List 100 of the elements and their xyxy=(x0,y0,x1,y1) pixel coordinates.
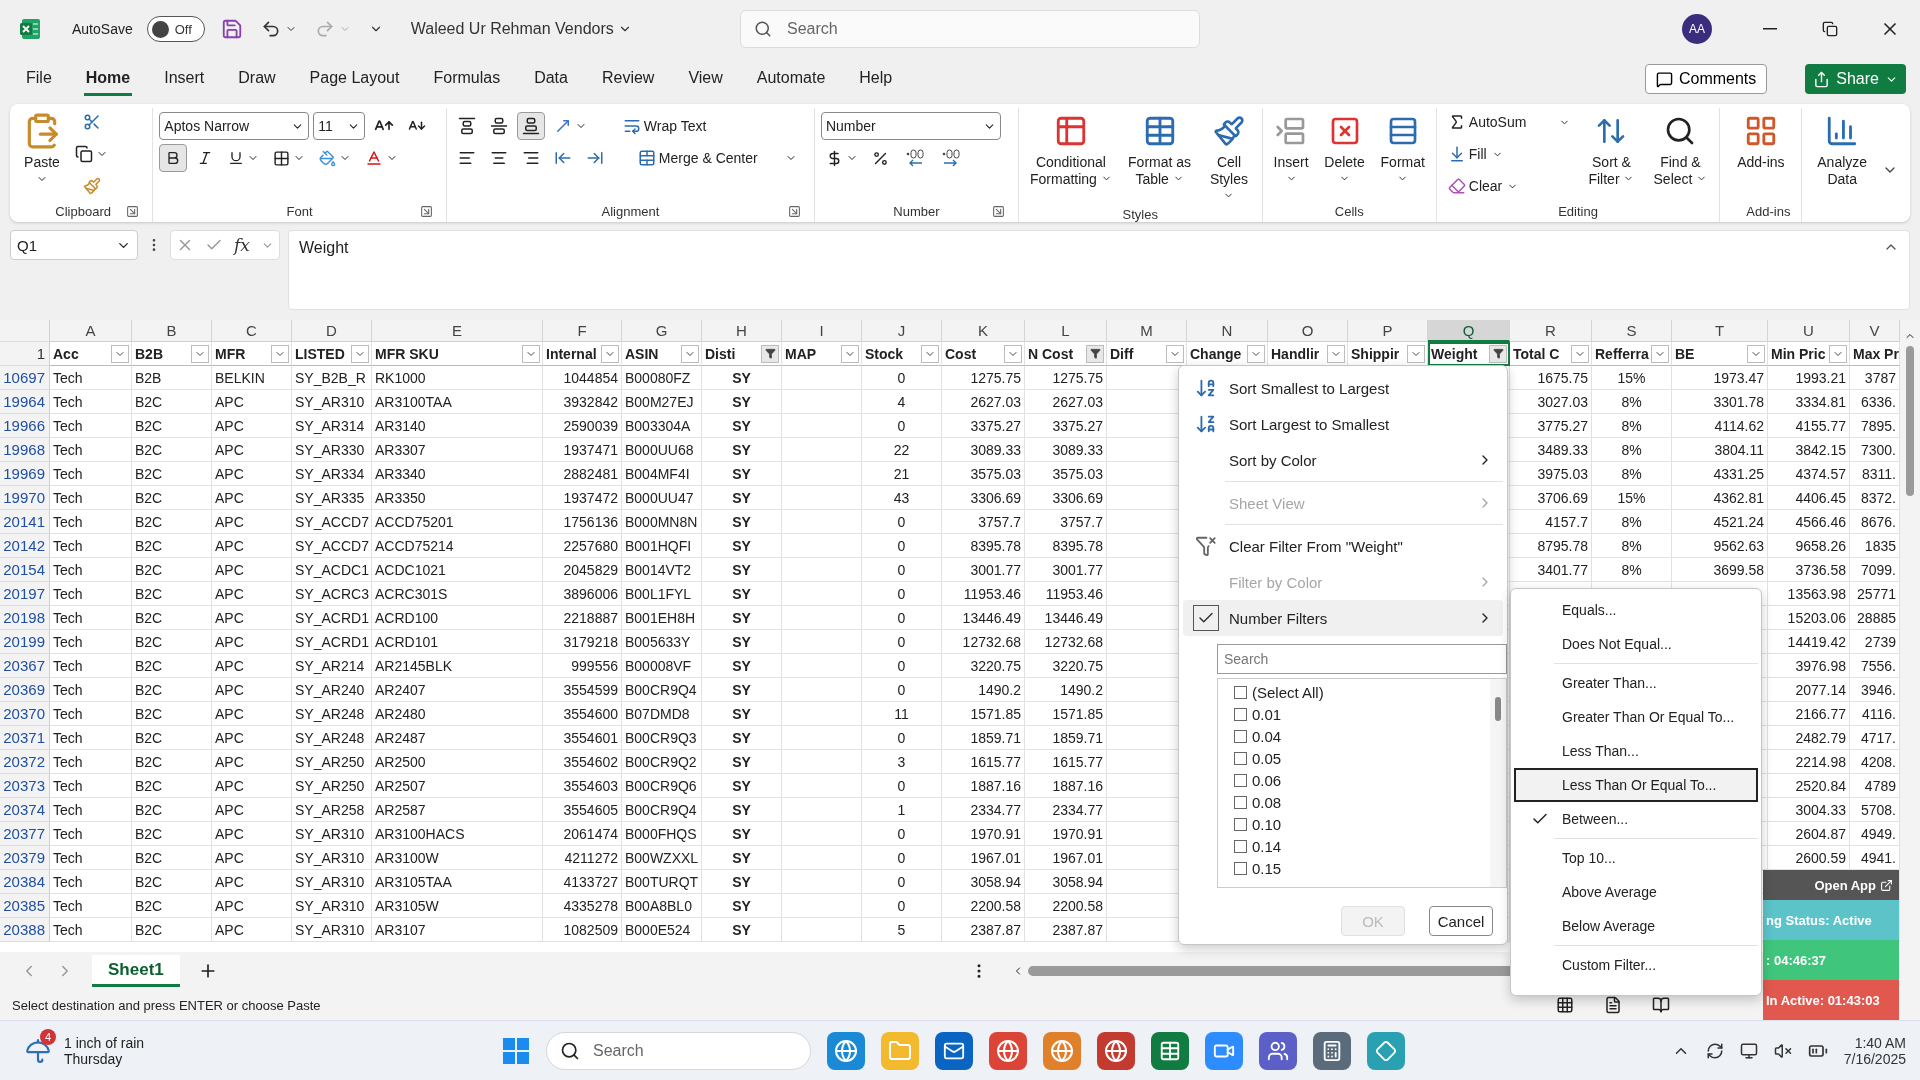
avatar[interactable]: AA xyxy=(1682,14,1712,44)
row-number[interactable]: 20369 xyxy=(0,678,50,702)
row-number[interactable]: 19968 xyxy=(0,438,50,462)
font-select[interactable]: Aptos Narrow xyxy=(159,112,310,140)
row-number[interactable]: 20367 xyxy=(0,654,50,678)
column-letter[interactable]: G xyxy=(622,320,702,342)
column-letter[interactable]: S xyxy=(1592,320,1672,342)
menu-item[interactable]: Does Not Equal... xyxy=(1514,627,1758,661)
ribbon-tab[interactable]: Draw xyxy=(236,62,278,96)
ribbon-tab[interactable]: Automate xyxy=(754,62,828,96)
row-number[interactable]: 20385 xyxy=(0,894,50,918)
column-letter[interactable]: A xyxy=(50,320,132,342)
row-number[interactable]: 20199 xyxy=(0,630,50,654)
row-number[interactable]: 20374 xyxy=(0,798,50,822)
editing-button[interactable]: Sort & Filter xyxy=(1581,108,1642,190)
column-letter[interactable]: J xyxy=(862,320,942,342)
editing-button[interactable]: Fill xyxy=(1442,140,1576,168)
row-number[interactable]: 20142 xyxy=(0,534,50,558)
menu-item[interactable]: Clear Filter From "Weight" xyxy=(1183,528,1503,564)
ribbon-tab[interactable]: Help xyxy=(857,62,895,96)
column-letter[interactable]: O xyxy=(1268,320,1348,342)
row-number[interactable]: 20372 xyxy=(0,750,50,774)
menu-item[interactable]: Greater Than Or Equal To... xyxy=(1514,700,1758,734)
menu-item[interactable]: Sort Smallest to Largest xyxy=(1183,370,1503,406)
column-letter[interactable]: C xyxy=(212,320,292,342)
ribbon-tab[interactable]: Insert xyxy=(162,62,207,96)
menu-item[interactable]: Sort by Color xyxy=(1183,442,1503,478)
column-letter[interactable]: H xyxy=(702,320,782,342)
row-number[interactable]: 20197 xyxy=(0,582,50,606)
row-number[interactable]: 20377 xyxy=(0,822,50,846)
ribbon-tab[interactable]: Data xyxy=(532,62,570,96)
column-letter[interactable]: B xyxy=(132,320,212,342)
column-letter[interactable]: K xyxy=(942,320,1025,342)
column-letter[interactable]: I xyxy=(782,320,862,342)
formula-field[interactable]: Weight xyxy=(288,230,1910,310)
paste-button[interactable]: Paste xyxy=(20,108,64,187)
styles-button[interactable]: Format as Table xyxy=(1122,108,1197,190)
name-box[interactable]: Q1 xyxy=(10,230,138,260)
ribbon-tab[interactable]: Home xyxy=(83,62,133,96)
column-letter[interactable]: R xyxy=(1510,320,1592,342)
ribbon-tab[interactable]: File xyxy=(24,62,54,96)
menu-item[interactable]: Number Filters xyxy=(1183,600,1503,636)
cells-button[interactable]: Delete xyxy=(1321,108,1368,186)
row-number[interactable]: 20371 xyxy=(0,726,50,750)
menu-item[interactable]: Equals... xyxy=(1514,593,1758,627)
editing-button[interactable]: AutoSum xyxy=(1442,108,1576,136)
open-app-button[interactable]: Open App xyxy=(1763,870,1899,900)
column-letter[interactable]: M xyxy=(1107,320,1187,342)
search-field[interactable]: Search xyxy=(1217,644,1507,674)
editing-button[interactable]: Find & Select xyxy=(1647,108,1714,190)
row-number[interactable]: 19969 xyxy=(0,462,50,486)
column-letter[interactable]: Q xyxy=(1428,320,1510,342)
editing-button[interactable]: Clear xyxy=(1442,172,1576,200)
ribbon-tab[interactable]: Page Layout xyxy=(307,62,402,96)
number-format-select[interactable]: Number xyxy=(820,112,1001,140)
cells-button[interactable]: Format xyxy=(1377,108,1428,186)
row-number[interactable]: 10697 xyxy=(0,366,50,390)
menu-item[interactable]: Greater Than... xyxy=(1514,666,1758,700)
cancel-button[interactable]: Cancel xyxy=(1429,906,1493,936)
taskbar-search-field[interactable]: Search xyxy=(546,1031,811,1070)
column-letter[interactable]: L xyxy=(1025,320,1107,342)
menu-item[interactable]: Between... xyxy=(1514,802,1758,836)
column-letter[interactable]: D xyxy=(292,320,372,342)
menu-item[interactable]: Below Average xyxy=(1514,909,1758,943)
row-number[interactable]: 20370 xyxy=(0,702,50,726)
row-number[interactable]: 19966 xyxy=(0,414,50,438)
row-number[interactable]: 20154 xyxy=(0,558,50,582)
ribbon-tab[interactable]: Review xyxy=(599,62,657,96)
merge-center-button[interactable]: Merge & Center xyxy=(632,144,802,172)
analyze-data-button[interactable]: Analyze Data xyxy=(1808,108,1876,190)
ribbon-tab[interactable]: Formulas xyxy=(431,62,503,96)
menu-item[interactable]: Top 10... xyxy=(1514,841,1758,875)
font-size-select[interactable]: 11 xyxy=(313,112,366,140)
menu-item[interactable]: Less Than Or Equal To... xyxy=(1514,768,1758,802)
column-letter[interactable]: F xyxy=(543,320,622,342)
row-number[interactable]: 19970 xyxy=(0,486,50,510)
ribbon-tab[interactable]: View xyxy=(686,62,725,96)
wrap-text-button[interactable]: Wrap Text xyxy=(617,112,712,140)
menu-item[interactable]: Above Average xyxy=(1514,875,1758,909)
styles-button[interactable]: Cell Styles xyxy=(1202,108,1256,207)
column-letter[interactable]: N xyxy=(1187,320,1268,342)
column-letter[interactable]: P xyxy=(1348,320,1428,342)
menu-item[interactable]: Less Than... xyxy=(1514,734,1758,768)
column-letter[interactable]: E xyxy=(372,320,543,342)
row-number[interactable]: 20373 xyxy=(0,774,50,798)
styles-button[interactable]: Conditional Formatting xyxy=(1024,108,1117,190)
row-number[interactable]: 20141 xyxy=(0,510,50,534)
insert-function-button[interactable]: fx xyxy=(233,235,250,255)
comments-button[interactable]: Comments xyxy=(1644,64,1768,94)
sheet-tab[interactable]: Sheet1 xyxy=(92,955,180,987)
add-ins-button[interactable]: Add-ins xyxy=(1734,108,1788,173)
row-number[interactable]: 20384 xyxy=(0,870,50,894)
column-letter[interactable]: U xyxy=(1768,320,1850,342)
row-number[interactable]: 19964 xyxy=(0,390,50,414)
menu-item[interactable]: Sort Largest to Smallest xyxy=(1183,406,1503,442)
share-button[interactable]: Share xyxy=(1805,64,1906,94)
menu-item[interactable]: Custom Filter... xyxy=(1514,948,1758,982)
cells-button[interactable]: Insert xyxy=(1270,108,1312,186)
document-title[interactable]: Waleed Ur Rehman Vendors xyxy=(408,18,634,40)
column-letter[interactable]: T xyxy=(1672,320,1768,342)
